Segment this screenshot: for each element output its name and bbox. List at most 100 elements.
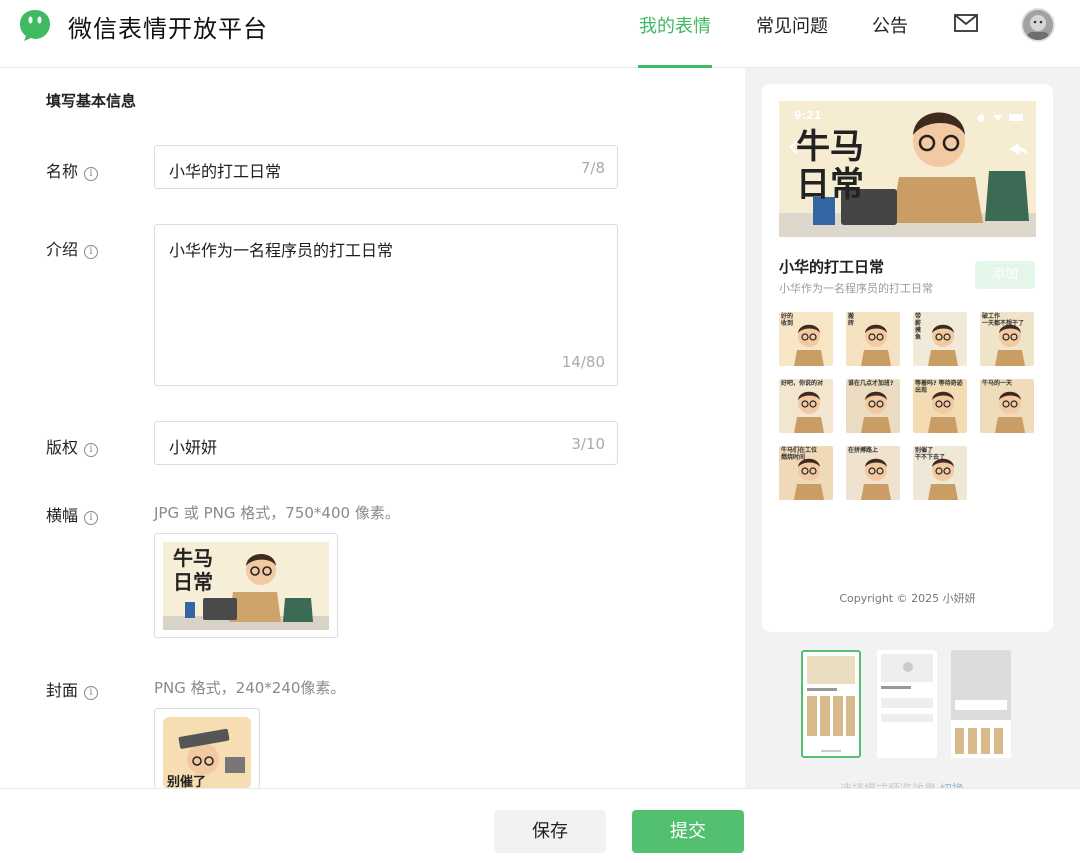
section-title: 填写基本信息	[46, 92, 137, 110]
sticker-caption-line: 搬	[848, 313, 855, 320]
sticker-item[interactable]: 好的 收到	[779, 312, 833, 366]
cover-upload[interactable]: 别催了	[154, 708, 260, 790]
copyright-value: 小妍妍	[169, 438, 218, 457]
sticker-art	[861, 324, 891, 366]
sticker-item[interactable]: 谁在几点才加班?	[846, 379, 900, 433]
cover-hint: PNG 格式，240*240像素。	[154, 679, 346, 697]
copyright-label-text: 版权	[46, 438, 79, 457]
name-value: 小华的打工日常	[169, 162, 282, 181]
info-icon[interactable]: i	[84, 511, 99, 525]
sticker-caption-line: 摸	[915, 327, 922, 334]
sticker-caption-line: 薪	[915, 320, 922, 327]
sticker-caption: 别催了 干不下去了	[915, 447, 945, 461]
banner-art-line-1: 牛马	[173, 546, 213, 570]
info-icon[interactable]: i	[84, 245, 99, 259]
form-panel: 填写基本信息 名称 i 小华的打工日常 7/8 介绍 i 小华作为一名程序员的打工日…	[0, 68, 745, 790]
status-time: 9:21	[794, 109, 822, 122]
sticker-item[interactable]: 破工作 一天都不想干了	[980, 312, 1034, 366]
banner-art-line-2: 日常	[173, 570, 213, 594]
banner-hint: JPG 或 PNG 格式，750*400 像素。	[154, 504, 400, 522]
sticker-item[interactable]: 带薪摸鱼	[913, 312, 967, 366]
sticker-item[interactable]: 在拼搏路上	[846, 446, 900, 500]
sticker-caption: 牛马的一天	[982, 380, 1012, 387]
sticker-caption-line: 谁在几点才加班?	[848, 380, 894, 387]
wechat-sticker-logo-icon[interactable]	[18, 8, 52, 42]
mail-icon[interactable]	[954, 14, 978, 32]
sticker-caption: 带薪摸鱼	[915, 313, 921, 341]
intro-label: 介绍 i	[46, 236, 99, 260]
preview-panel: 9:21 牛马 日常 小华的打工日常 小华作为一名程序员的打工日常 添加 好的收…	[745, 68, 1080, 796]
preview-subtitle: 小华作为一名程序员的打工日常	[779, 282, 933, 295]
sticker-art	[861, 391, 891, 433]
preview-banner-line-1: 牛马	[796, 127, 864, 167]
sticker-item[interactable]: 搬砖	[846, 312, 900, 366]
sticker-caption-line: 牛马的一天	[982, 380, 1013, 387]
banner-label: 横幅 i	[46, 502, 99, 526]
preview-card: 9:21 牛马 日常 小华的打工日常 小华作为一名程序员的打工日常 添加 好的收…	[762, 84, 1053, 632]
save-button[interactable]: 保存	[494, 810, 606, 853]
submit-button[interactable]: 提交	[632, 810, 744, 853]
sticker-caption-line: 别催了	[915, 447, 934, 454]
sticker-item[interactable]: 牛马的一天	[980, 379, 1034, 433]
sticker-caption-line: 收到	[781, 320, 794, 327]
sticker-item[interactable]: 牛马们在工位 燃烧时间	[779, 446, 833, 500]
cover-label: 封面 i	[46, 677, 99, 701]
sticker-caption: 在拼搏路上	[848, 447, 878, 454]
sticker-caption: 搬砖	[848, 313, 854, 327]
banner-upload[interactable]: 牛马 日常	[154, 533, 338, 638]
name-input[interactable]: 小华的打工日常 7/8	[154, 145, 618, 189]
preview-add-button[interactable]: 添加	[975, 261, 1035, 289]
name-char-count: 7/8	[580, 159, 605, 177]
sticker-caption-line: 等着吗? 等待奇迹出现	[915, 380, 963, 394]
preview-banner-line-2: 日常	[796, 165, 864, 205]
sticker-caption: 牛马们在工位 燃烧时间	[781, 447, 817, 461]
copyright-label: 版权 i	[46, 434, 99, 458]
sticker-caption-line: 好吧，你说的对	[781, 380, 824, 387]
sticker-caption: 谁在几点才加班?	[848, 380, 893, 387]
sticker-caption-line: 鱼	[915, 334, 922, 341]
sticker-caption-line: 一天都不想干了	[982, 320, 1025, 327]
nav-my-stickers[interactable]: 我的表情	[639, 12, 711, 38]
sticker-art	[794, 391, 824, 433]
brand-title[interactable]: 微信表情开放平台	[68, 9, 268, 44]
copyright-input[interactable]: 小妍妍 3/10	[154, 421, 618, 465]
intro-textarea[interactable]: 小华作为一名程序员的打工日常 14/80	[154, 224, 618, 386]
cover-label-text: 封面	[46, 681, 79, 700]
sticker-item[interactable]: 等着吗? 等待奇迹出现	[913, 379, 967, 433]
sticker-caption: 破工作 一天都不想干了	[982, 313, 1024, 327]
preview-mode-thumb-3[interactable]	[951, 650, 1011, 758]
sticker-caption-line: 破工作	[982, 313, 1001, 320]
sticker-caption-line: 好的	[781, 313, 794, 320]
sticker-item[interactable]: 好吧，你说的对	[779, 379, 833, 433]
preview-mode-thumb-1[interactable]	[801, 650, 861, 758]
sticker-art	[861, 458, 891, 500]
info-icon[interactable]: i	[84, 443, 99, 457]
avatar[interactable]	[1021, 8, 1055, 42]
banner-label-text: 横幅	[46, 506, 79, 525]
preview-banner-text: 牛马 日常	[796, 128, 864, 204]
sticker-art	[995, 391, 1025, 433]
sticker-art	[928, 324, 958, 366]
sticker-caption-line: 牛马们在工位	[781, 447, 818, 454]
sticker-caption-line: 燃烧时间	[781, 454, 806, 461]
name-label: 名称 i	[46, 158, 99, 182]
preview-copyright: Copyright © 2025 小妍妍	[839, 592, 976, 605]
preview-title: 小华的打工日常	[779, 258, 885, 276]
copyright-char-count: 3/10	[571, 435, 605, 453]
info-icon[interactable]: i	[84, 167, 99, 181]
info-icon[interactable]: i	[84, 686, 99, 700]
sticker-caption-line: 砖	[848, 320, 855, 327]
sticker-item[interactable]: 别催了 干不下去了	[913, 446, 967, 500]
action-bar: 保存 提交	[0, 788, 1080, 863]
sticker-caption: 好吧，你说的对	[781, 380, 823, 387]
intro-label-text: 介绍	[46, 240, 79, 259]
nav-announcements[interactable]: 公告	[872, 12, 908, 38]
preview-mode-thumb-2[interactable]	[877, 650, 937, 758]
nav-faq[interactable]: 常见问题	[756, 12, 828, 38]
sticker-caption: 等着吗? 等待奇迹出现	[915, 380, 967, 394]
sticker-caption: 好的 收到	[781, 313, 793, 327]
top-bar: 微信表情开放平台 我的表情 常见问题 公告	[0, 0, 1080, 68]
sticker-caption-line: 干不下去了	[915, 454, 946, 461]
sticker-caption-line: 带	[915, 313, 922, 320]
banner-art-text: 牛马 日常	[173, 546, 213, 594]
